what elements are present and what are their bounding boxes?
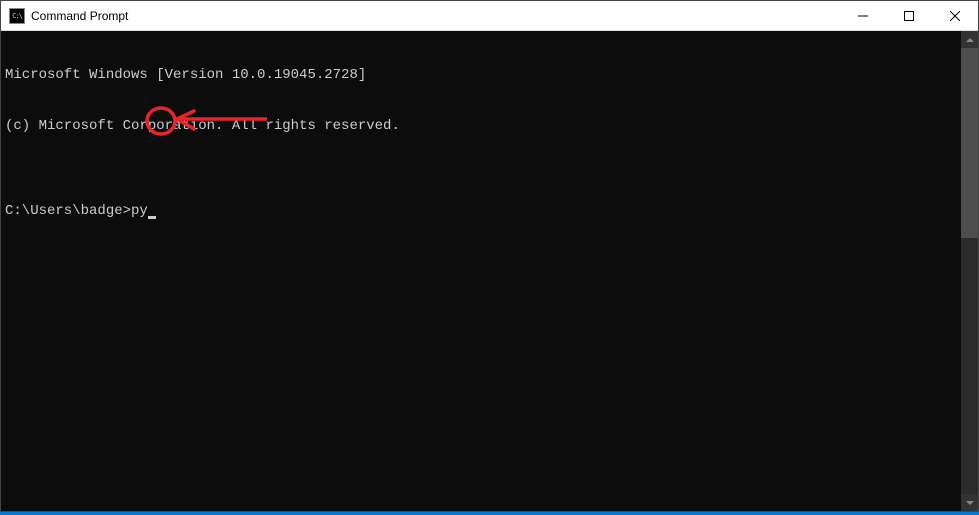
cmd-icon: C:\ — [9, 8, 25, 24]
cursor — [148, 216, 156, 219]
console-area[interactable]: Microsoft Windows [Version 10.0.19045.27… — [1, 31, 978, 511]
scroll-track[interactable] — [961, 48, 978, 494]
scroll-up-button[interactable] — [961, 31, 978, 48]
copyright-line: (c) Microsoft Corporation. All rights re… — [5, 118, 957, 135]
prompt-path: C:\Users\badge> — [5, 203, 131, 220]
prompt-line: C:\Users\badge>py — [5, 203, 957, 220]
window-title: Command Prompt — [31, 9, 128, 23]
command-input[interactable]: py — [131, 203, 148, 220]
version-line: Microsoft Windows [Version 10.0.19045.27… — [5, 67, 957, 84]
console-content[interactable]: Microsoft Windows [Version 10.0.19045.27… — [1, 31, 961, 511]
title-bar[interactable]: C:\ Command Prompt — [1, 1, 978, 31]
scroll-down-button[interactable] — [961, 494, 978, 511]
title-left: C:\ Command Prompt — [9, 8, 128, 24]
vertical-scrollbar[interactable] — [961, 31, 978, 511]
command-prompt-window: C:\ Command Prompt Microsoft Windows [Ve… — [0, 0, 979, 512]
maximize-button[interactable] — [886, 1, 932, 30]
minimize-button[interactable] — [840, 1, 886, 30]
close-button[interactable] — [932, 1, 978, 30]
scroll-thumb[interactable] — [961, 48, 978, 238]
window-controls — [840, 1, 978, 30]
